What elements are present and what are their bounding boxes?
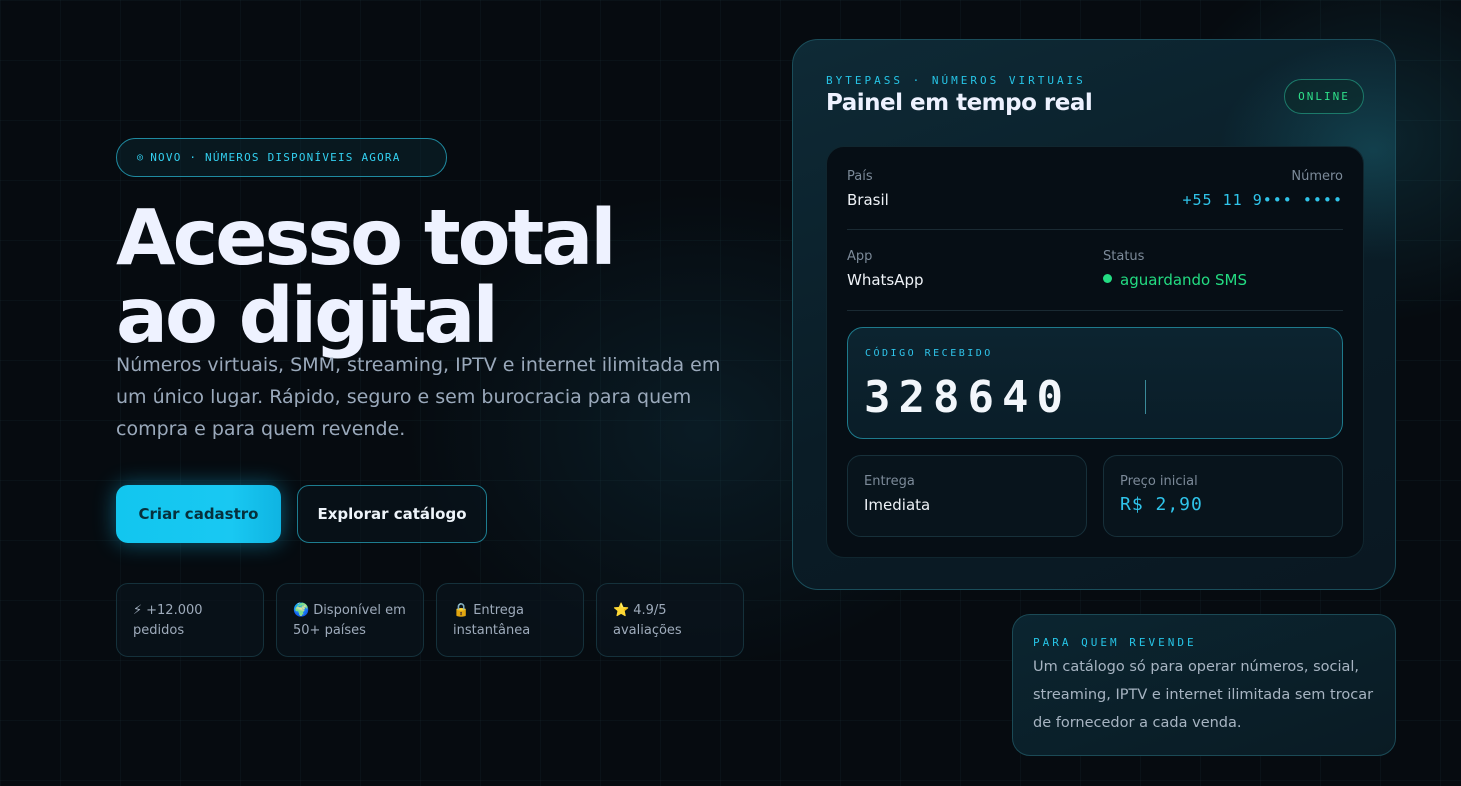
online-status-badge: ONLINE [1284,79,1364,114]
lightning-icon: ⚡ [133,603,143,618]
hero-headline: Acesso total ao digital [116,200,756,356]
hero-description: Números virtuais, SMM, streaming, IPTV e… [116,354,721,440]
price-card: Preço inicial R$ 2,90 [1103,455,1343,537]
country-value: Brasil [847,191,889,209]
reseller-text: Um catálogo só para operar números, soci… [1033,659,1374,731]
status-value: aguardando SMS [1103,271,1247,289]
stat-card-orders: ⚡ +12.000 pedidos [116,583,264,657]
stat-line-1: Entrega [473,603,525,618]
panel-kicker: BYTEPASS · NÚMEROS VIRTUAIS [826,74,1086,87]
globe-icon: 🌍 [293,603,310,618]
create-account-button[interactable]: Criar cadastro [116,485,281,543]
announcement-badge: ◎ NOVO · NÚMEROS DISPONÍVEIS AGORA [116,138,447,177]
status-label: Status [1103,249,1145,264]
stat-line-2: 50+ países [293,623,366,638]
price-label: Preço inicial [1120,474,1198,489]
star-icon: ⭐ [613,603,630,618]
number-value: +55 11 9••• •••• [1182,191,1343,209]
stat-line-2: avaliações [613,623,682,638]
reseller-note: PARA QUEM REVENDE Um catálogo só para op… [1012,614,1396,756]
delivery-card: Entrega Imediata [847,455,1087,537]
price-value: R$ 2,90 [1120,494,1203,515]
stat-card-countries: 🌍 Disponível em 50+ países [276,583,424,657]
status-dot-icon [1103,274,1112,283]
app-label: App [847,249,873,264]
reseller-kicker: PARA QUEM REVENDE [1033,636,1197,649]
stat-line-1: Disponível em [313,603,406,618]
received-code-box: CÓDIGO RECEBIDO 328640 [847,327,1343,439]
stat-line-1: 4.9/5 [633,603,667,618]
stat-line-2: pedidos [133,623,185,638]
divider [847,229,1343,230]
stat-line-2: instantânea [453,623,531,638]
dot-icon: ◎ [137,152,145,163]
lock-icon: 🔒 [453,603,470,618]
app-value: WhatsApp [847,271,924,289]
explore-catalog-button[interactable]: Explorar catálogo [297,485,487,543]
headline-line-1: Acesso total [116,194,617,283]
status-text: aguardando SMS [1120,271,1247,289]
country-label: País [847,169,873,184]
panel-title: Painel em tempo real [826,90,1093,116]
stats-row: ⚡ +12.000 pedidos 🌍 Disponível em 50+ país… [116,583,744,657]
delivery-value: Imediata [864,496,931,514]
stat-line-1: +12.000 [146,603,203,618]
code-value: 328640 [864,372,1071,423]
delivery-label: Entrega [864,474,915,489]
realtime-panel: BYTEPASS · NÚMEROS VIRTUAIS Painel em te… [792,39,1396,590]
page: ◎ NOVO · NÚMEROS DISPONÍVEIS AGORA Acess… [0,0,1461,786]
headline-line-2: ao digital [116,272,499,361]
number-label: Número [1291,169,1343,184]
text-caret [1145,380,1146,414]
stat-card-rating: ⭐ 4.9/5 avaliações [596,583,744,657]
order-card: País Brasil Número +55 11 9••• •••• App … [826,146,1364,558]
code-label: CÓDIGO RECEBIDO [865,348,993,359]
badge-label: NOVO · NÚMEROS DISPONÍVEIS AGORA [150,151,401,164]
divider [847,310,1343,311]
stat-card-delivery: 🔒 Entrega instantânea [436,583,584,657]
